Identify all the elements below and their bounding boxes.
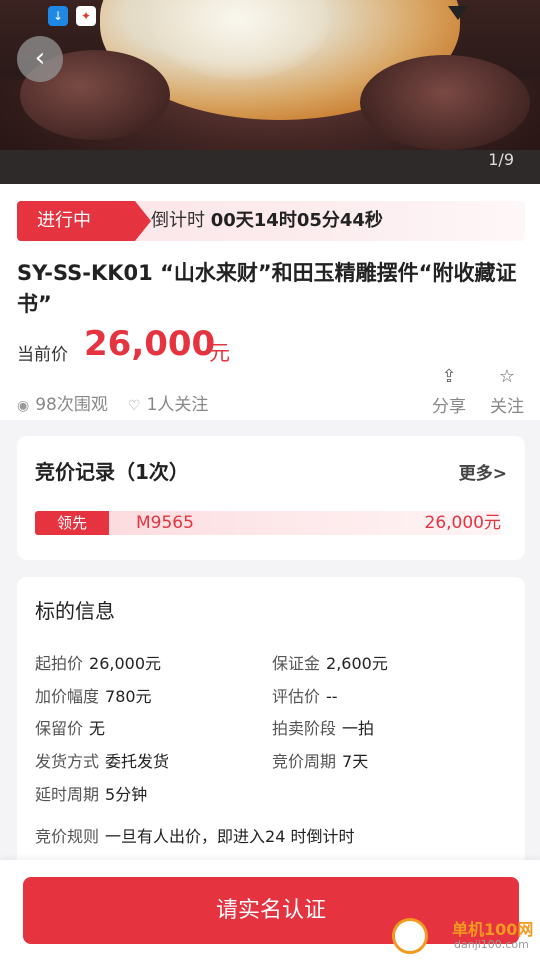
info-start-price: 起拍价 26,000元 xyxy=(35,650,161,674)
info-shipping: 发货方式 委托发货 xyxy=(35,748,169,772)
share-button[interactable]: ⇪ 分享 xyxy=(429,366,469,417)
info-deposit: 保证金 2,600元 xyxy=(272,650,388,674)
info-extension: 延时周期 5分钟 xyxy=(35,781,147,805)
info-label: 保留价 xyxy=(35,719,84,738)
heart-icon: ♡ xyxy=(128,398,141,414)
info-value: 一拍 xyxy=(342,719,375,738)
bid-record-card: 竞价记录（1次） 更多> 领先 M9565 26,000元 xyxy=(17,436,525,560)
info-label: 竞价周期 xyxy=(272,752,337,771)
lot-info-title: 标的信息 xyxy=(35,599,115,623)
info-value: 7天 xyxy=(342,752,369,771)
eye-icon: ◉ xyxy=(17,398,30,414)
countdown: 倒计时 00天14时05分44秒 xyxy=(151,201,383,241)
watermark-url: danji100.com xyxy=(454,938,529,951)
countdown-value: 00天14时05分44秒 xyxy=(210,210,383,231)
info-value: 委托发货 xyxy=(105,752,170,771)
info-value: 26,000元 xyxy=(89,654,162,673)
info-value: 一旦有人出价，即进入24 时倒计时 xyxy=(105,827,355,846)
lot-title: SY-SS-KK01 “山水来财”和田玉精雕摆件“附收藏证书” xyxy=(17,261,517,316)
wifi-icon xyxy=(448,6,468,20)
followers-text: 1人关注 xyxy=(146,395,209,415)
info-bid-rule: 竞价规则 一旦有人出价，即进入24 时倒计时 xyxy=(35,823,354,847)
countdown-prefix: 倒计时 xyxy=(151,210,205,231)
bid-row: 领先 M9565 26,000元 xyxy=(35,511,501,535)
info-label: 发货方式 xyxy=(35,752,100,771)
follow-label: 关注 xyxy=(490,397,524,417)
watermark: 单机100网 danji100.com xyxy=(392,912,540,958)
views-count: ◉ 98次围观 xyxy=(17,390,108,415)
bidder-id: M9565 xyxy=(136,513,194,533)
leading-badge: 领先 xyxy=(35,511,109,535)
share-icon: ⇪ xyxy=(441,366,457,387)
bid-record-title: 竞价记录（1次） xyxy=(35,460,189,484)
share-label: 分享 xyxy=(432,397,466,417)
info-label: 评估价 xyxy=(272,687,321,706)
price-label: 当前价 xyxy=(17,345,68,365)
info-label: 起拍价 xyxy=(35,654,84,673)
info-value: 2,600元 xyxy=(326,654,388,673)
info-label: 保证金 xyxy=(272,654,321,673)
followers-count: ♡ 1人关注 xyxy=(128,390,208,415)
info-value: -- xyxy=(326,687,338,706)
info-label: 拍卖阶段 xyxy=(272,719,337,738)
image-stand-right xyxy=(360,55,530,150)
info-increment: 加价幅度 780元 xyxy=(35,683,152,707)
info-value: 780元 xyxy=(105,687,152,706)
lot-summary: 进行中 倒计时 00天14时05分44秒 SY-SS-KK01 “山水来财”和田… xyxy=(0,184,540,420)
info-label: 延时周期 xyxy=(35,785,100,804)
price-value: 26,000 xyxy=(84,324,216,364)
bid-more-link[interactable]: 更多> xyxy=(459,459,507,484)
info-label: 加价幅度 xyxy=(35,687,100,706)
info-label: 竞价规则 xyxy=(35,827,100,846)
info-bid-cycle: 竞价周期 7天 xyxy=(272,748,368,772)
product-image-carousel[interactable]: ↓ ✦ ‹ 1/9 xyxy=(0,0,540,184)
app-icon: ✦ xyxy=(76,6,96,26)
star-icon: ☆ xyxy=(498,366,516,387)
lot-info-card: 标的信息 起拍价 26,000元 保证金 2,600元 加价幅度 780元 评估价 --… xyxy=(17,577,525,877)
info-reserve: 保留价无 xyxy=(35,715,105,739)
price-unit: 元 xyxy=(209,341,230,365)
info-valuation: 评估价 -- xyxy=(272,683,338,707)
watermark-text: 单机100网 xyxy=(452,920,534,939)
info-value: 无 xyxy=(89,719,106,738)
download-icon: ↓ xyxy=(48,6,68,26)
auction-status-bar: 进行中 倒计时 00天14时05分44秒 xyxy=(17,201,525,241)
views-text: 98次围观 xyxy=(35,395,108,415)
image-pager: 1/9 xyxy=(488,150,514,169)
image-floor xyxy=(0,150,540,184)
follow-button[interactable]: ☆ 关注 xyxy=(487,366,527,417)
info-value: 5分钟 xyxy=(105,785,148,804)
watermark-logo-icon xyxy=(392,918,428,954)
bid-amount: 26,000元 xyxy=(424,513,501,533)
info-stage: 拍卖阶段 一拍 xyxy=(272,715,374,739)
status-badge: 进行中 xyxy=(17,201,151,241)
back-icon[interactable]: ‹ xyxy=(17,36,63,82)
